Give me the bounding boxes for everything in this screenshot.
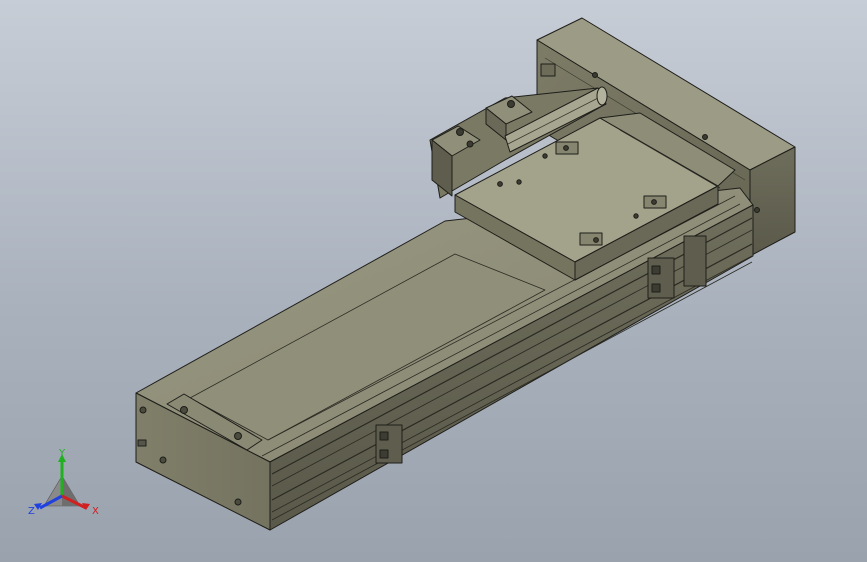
cad-3d-viewport[interactable]: Y X Z [0,0,867,562]
x-axis-label: X [92,506,99,517]
rail-body [135,187,754,531]
y-axis-label: Y [58,448,66,459]
orientation-triad[interactable]: Y X Z [22,448,112,528]
z-axis-label: Z [28,506,35,517]
linear-actuator-model[interactable] [0,0,867,562]
